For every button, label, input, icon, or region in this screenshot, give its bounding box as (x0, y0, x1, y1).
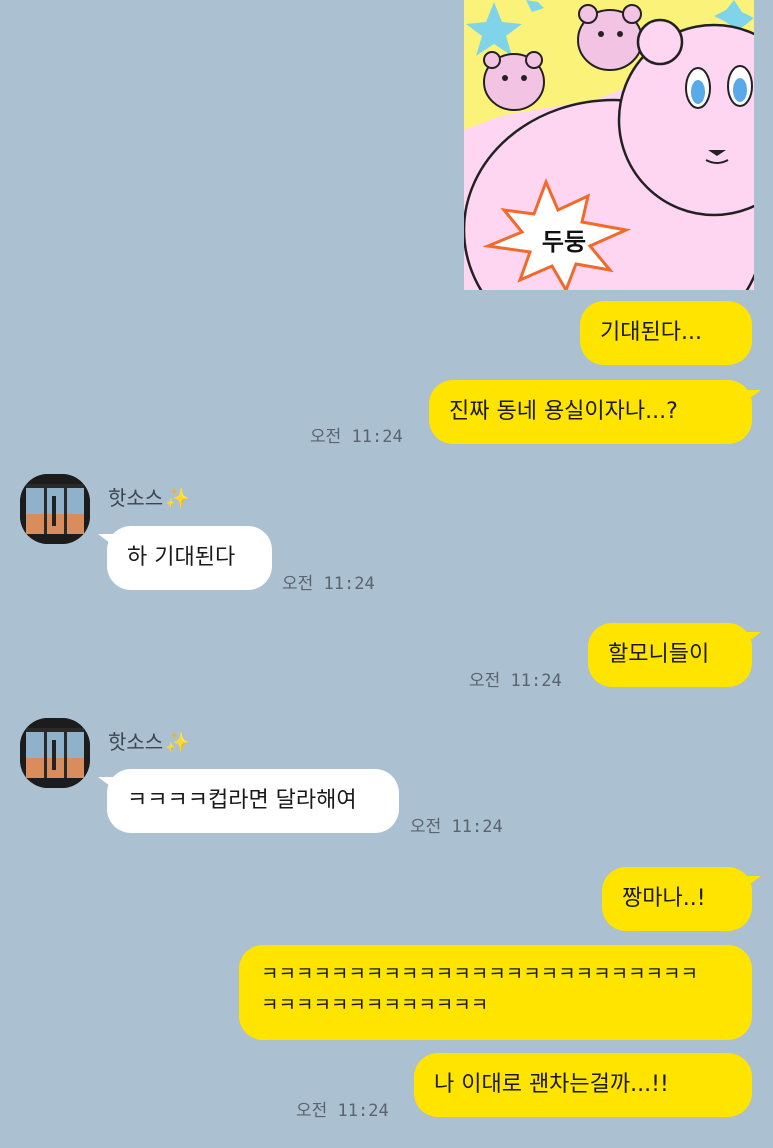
sender-name: 핫소스 ✨ (108, 486, 191, 510)
my-message-bubble[interactable]: 할모니들이 (588, 623, 752, 687)
bubble-tail (745, 876, 761, 888)
message-text: 짱마나..! (622, 886, 706, 911)
bubble-tail (745, 390, 761, 402)
message-time: 오전 11:24 (469, 671, 562, 691)
message-text: ㅋㅋㅋㅋㅋㅋㅋㅋㅋㅋㅋㅋㅋ (261, 994, 489, 1016)
my-message-bubble[interactable]: 진짜 동네 용실이자나...? (429, 380, 752, 444)
my-message-bubble[interactable]: 기대된다... (580, 301, 752, 365)
other-message-bubble[interactable]: ㅋㅋㅋㅋ컵라면 달라해여 (107, 769, 399, 833)
message-time: 오전 11:24 (296, 1101, 389, 1121)
sparkles-icon: ✨ (165, 730, 191, 754)
message-time: 오전 11:24 (410, 817, 503, 837)
message-text: 하 기대된다 (127, 545, 236, 570)
my-message-bubble[interactable]: ㅋㅋㅋㅋㅋㅋㅋㅋㅋㅋㅋㅋㅋㅋㅋㅋㅋㅋㅋㅋㅋㅋㅋㅋㅋ ㅋㅋㅋㅋㅋㅋㅋㅋㅋㅋㅋㅋㅋ (239, 945, 752, 1040)
message-text: 할모니들이 (608, 642, 710, 667)
my-message-bubble[interactable]: 짱마나..! (602, 867, 752, 931)
bubble-tail (98, 777, 114, 789)
my-message-bubble[interactable]: 나 이대로 괜차는걸까...!! (414, 1053, 752, 1117)
avatar[interactable] (20, 718, 90, 788)
message-text: 진짜 동네 용실이자나...? (449, 399, 678, 424)
bubble-tail (745, 632, 761, 644)
sticker-caption: 두둥 (541, 228, 587, 256)
other-message-bubble[interactable]: 하 기대된다 (107, 526, 272, 590)
message-text: 기대된다... (600, 320, 702, 345)
sparkles-icon: ✨ (165, 486, 191, 510)
message-text: ㅋㅋㅋㅋㅋㅋㅋㅋㅋㅋㅋㅋㅋㅋㅋㅋㅋㅋㅋㅋㅋㅋㅋㅋㅋ (261, 963, 699, 985)
message-time: 오전 11:24 (310, 427, 403, 447)
bear-sticker-icon[interactable] (464, 0, 754, 290)
bubble-tail (98, 534, 114, 546)
avatar[interactable] (20, 474, 90, 544)
message-text: ㅋㅋㅋㅋ컵라면 달라해여 (127, 788, 357, 813)
sender-name: 핫소스 ✨ (108, 730, 191, 754)
message-text: 나 이대로 괜차는걸까...!! (434, 1072, 669, 1097)
message-time: 오전 11:24 (282, 574, 375, 594)
